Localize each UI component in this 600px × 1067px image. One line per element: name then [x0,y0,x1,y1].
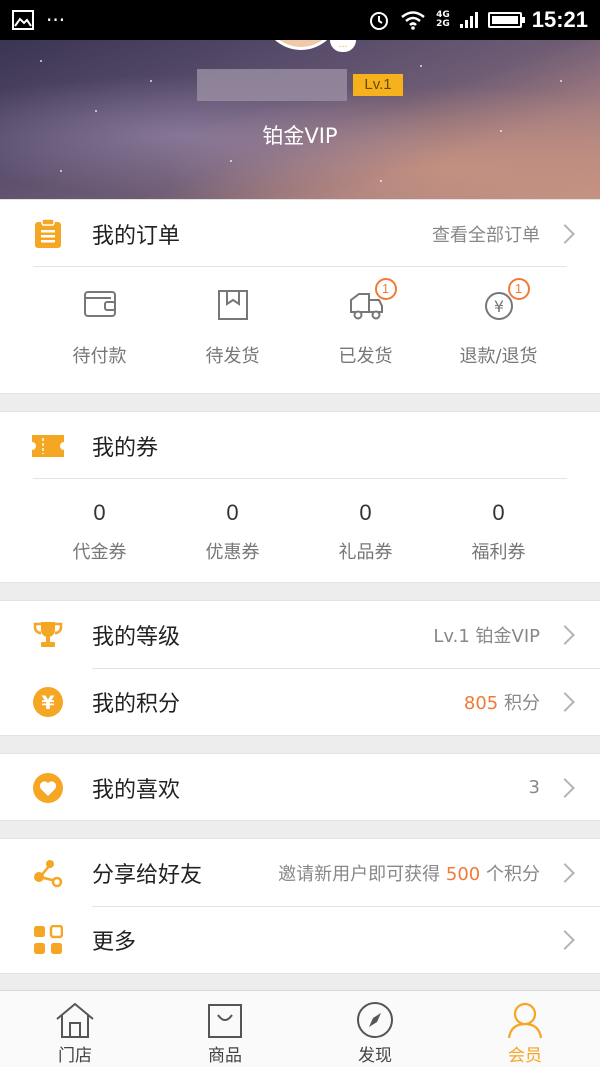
profile-header: … Lv.1 铂金VIP [0,40,600,199]
yen-coin-icon: ¥ [32,686,64,718]
clipboard-icon [32,218,64,250]
share-more-card: 分享给好友 邀请新用户即可获得 500 个积分 更多 [0,838,600,974]
shipped-count-badge: 1 [374,278,397,300]
clock: 15:21 [531,7,588,32]
tab-member[interactable]: 会员 [450,991,600,1067]
truck-icon: 1 [347,278,397,322]
bottom-tab-bar: 门店 商品 发现 会员 [0,990,600,1067]
level-row[interactable]: 我的等级 Lv.1 铂金VIP [0,601,600,668]
order-status-grid: 待付款 待发货 1 已发货 ¥ 1 退款/退货 [0,278,600,368]
chevron-right-icon [555,223,575,244]
coupons-card: 我的券 0 代金券 0 优惠券 0 礼品券 0 福利券 [0,411,600,583]
share-icon [32,857,64,889]
chevron-right-icon [555,777,575,798]
chevron-right-icon [555,929,575,950]
level-points-card: 我的等级 Lv.1 铂金VIP ¥ 我的积分 805 积分 [0,600,600,736]
avatar-level-icon: … [330,40,356,52]
coupon-grid: 0 代金券 0 优惠券 0 礼品券 0 福利券 [0,500,600,564]
coupons-title: 我的券 [92,435,159,461]
battery-icon [487,12,525,28]
avatar[interactable] [262,40,340,50]
refund-yen-icon: ¥ 1 [480,278,530,322]
order-status-pending-shipment[interactable]: 待发货 [166,288,299,368]
level-title: 我的等级 [92,624,181,650]
more-title: 更多 [92,929,137,955]
order-status-refund[interactable]: ¥ 1 退款/退货 [432,278,565,368]
order-status-shipped[interactable]: 1 已发货 [299,278,432,368]
order-status-pending-payment[interactable]: 待付款 [33,288,166,368]
chevron-right-icon [555,691,575,712]
chevron-right-icon [555,862,575,883]
tab-store[interactable]: 门店 [0,991,150,1067]
refund-count-badge: 1 [507,278,530,300]
orders-card: 我的订单 查看全部订单 待付款 待发货 1 已发货 ¥ 1 退款/退货 [0,199,600,394]
compass-icon [357,1002,393,1038]
divider [33,478,567,479]
coupons-row[interactable]: 我的券 [0,412,600,479]
favorites-card: 我的喜欢 3 [0,753,600,821]
points-value: 805 积分 [463,692,540,714]
member-icon [507,1002,543,1039]
ticket-icon [32,430,64,462]
share-row[interactable]: 分享给好友 邀请新用户即可获得 500 个积分 [0,839,600,906]
svg-text:¥: ¥ [41,692,54,714]
vip-title: 铂金VIP [262,124,338,148]
favorites-row[interactable]: 我的喜欢 3 [0,754,600,821]
favorites-title: 我的喜欢 [92,777,181,803]
coupon-discount[interactable]: 0 优惠券 [166,500,299,564]
level-tag: Lv.1 [353,74,403,96]
favorites-count: 3 [528,777,540,798]
coupon-voucher[interactable]: 0 代金券 [33,500,166,564]
wallet-icon [81,288,119,322]
points-row[interactable]: ¥ 我的积分 805 积分 [0,668,600,735]
grid-apps-icon [32,924,64,956]
share-title: 分享给好友 [92,862,203,888]
wifi-icon [401,11,425,30]
tab-discover[interactable]: 发现 [300,991,450,1067]
store-icon [56,1002,94,1038]
orders-row[interactable]: 我的订单 查看全部订单 [0,200,600,267]
signal-icon [459,12,478,28]
points-title: 我的积分 [92,691,181,717]
box-icon [214,288,252,322]
username-redacted [197,69,347,101]
shopping-bag-icon [208,1004,242,1038]
trophy-icon [32,619,64,651]
gallery-icon [12,10,34,30]
coupon-gift[interactable]: 0 礼品券 [299,500,432,564]
coupon-welfare[interactable]: 0 福利券 [432,500,565,564]
alarm-icon [370,12,389,30]
svg-text:¥: ¥ [493,297,503,316]
more-notifications-icon: ··· [46,8,66,32]
divider [33,266,567,267]
view-all-orders-link[interactable]: 查看全部订单 [432,221,540,247]
status-bar: ··· 4G 2G 15:21 [0,0,600,40]
heart-icon [32,772,64,804]
network-type: 4G 2G [436,10,450,29]
chevron-right-icon [555,624,575,645]
orders-title: 我的订单 [92,223,181,249]
level-value: Lv.1 铂金VIP [433,625,540,647]
tab-products[interactable]: 商品 [150,991,300,1067]
share-reward-text: 邀请新用户即可获得 500 个积分 [278,863,540,885]
more-row[interactable]: 更多 [0,906,600,973]
